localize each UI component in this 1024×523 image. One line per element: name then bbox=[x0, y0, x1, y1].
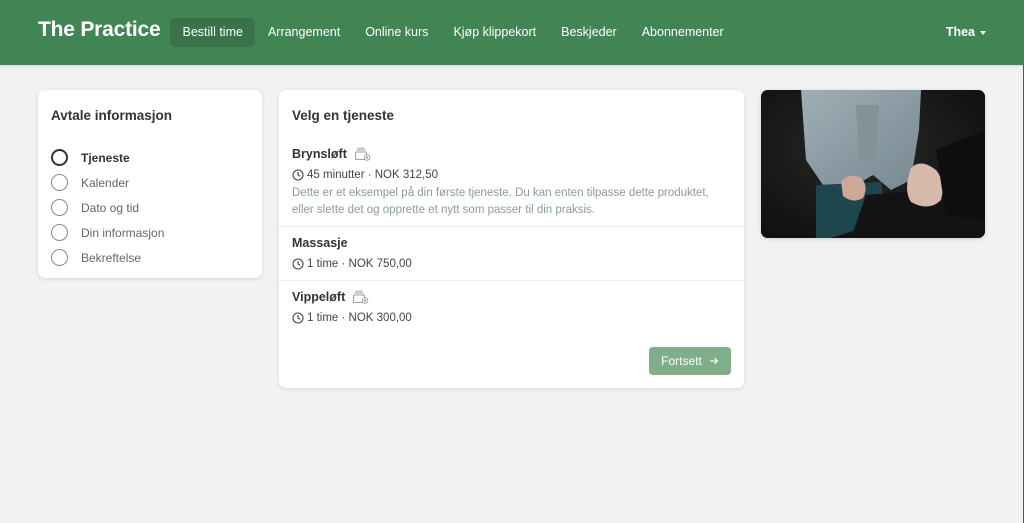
punch-card-icon bbox=[354, 147, 371, 161]
service-item-brynsloft[interactable]: Brynsløft 45 minutter · NOK 312,50 Dette… bbox=[279, 145, 744, 227]
nav-item-kjop-klippekort[interactable]: Kjøp klippekort bbox=[441, 18, 549, 47]
service-name: Massasje bbox=[292, 235, 348, 250]
nav-item-online-kurs[interactable]: Online kurs bbox=[353, 18, 441, 47]
step-circle-icon bbox=[51, 249, 68, 266]
service-meta: 1 time · NOK 300,00 bbox=[307, 311, 412, 324]
clock-icon bbox=[292, 311, 304, 324]
step-label: Din informasjon bbox=[81, 225, 165, 240]
brand-logo[interactable]: The Practice bbox=[38, 18, 161, 42]
service-selection-card: Velg en tjeneste Brynsløft 45 minutter ·… bbox=[279, 90, 744, 388]
step-label: Bekreftelse bbox=[81, 250, 142, 265]
nav-item-abonnementer[interactable]: Abonnementer bbox=[629, 18, 736, 47]
step-list: Tjeneste Kalender Dato og tid Din inform… bbox=[51, 145, 164, 270]
step-bekreftelse: Bekreftelse bbox=[51, 245, 164, 270]
step-label: Dato og tid bbox=[81, 200, 140, 215]
step-circle-icon bbox=[51, 224, 68, 241]
appointment-info-card: Avtale informasjon Tjeneste Kalender Dat… bbox=[38, 90, 262, 278]
nav-item-beskjeder[interactable]: Beskjeder bbox=[549, 18, 630, 47]
photo-illustration bbox=[761, 90, 985, 238]
service-selection-title: Velg en tjeneste bbox=[292, 108, 395, 123]
top-navbar: The Practice Bestill time Arrangement On… bbox=[0, 0, 1024, 65]
step-circle-icon bbox=[51, 149, 68, 166]
service-name: Vippeløft bbox=[292, 289, 346, 304]
clock-icon bbox=[292, 168, 304, 181]
arrow-right-icon bbox=[709, 357, 719, 365]
appointment-info-title: Avtale informasjon bbox=[51, 108, 173, 123]
step-label: Tjeneste bbox=[81, 150, 130, 165]
nav-menu: Bestill time Arrangement Online kurs Kjø… bbox=[170, 18, 736, 47]
clock-icon bbox=[292, 257, 304, 270]
caret-down-icon bbox=[980, 31, 986, 35]
nav-item-arrangement[interactable]: Arrangement bbox=[255, 18, 352, 47]
continue-button[interactable]: Fortsett bbox=[649, 347, 731, 375]
step-dato-og-tid: Dato og tid bbox=[51, 195, 164, 220]
step-din-informasjon: Din informasjon bbox=[51, 220, 164, 245]
service-meta: 1 time · NOK 750,00 bbox=[307, 257, 412, 270]
consultation-photo bbox=[761, 90, 985, 238]
service-item-massasje[interactable]: Massasje 1 time · NOK 750,00 bbox=[279, 227, 744, 281]
step-circle-icon bbox=[51, 174, 68, 191]
step-tjeneste: Tjeneste bbox=[51, 145, 164, 170]
user-menu[interactable]: Thea bbox=[946, 18, 986, 47]
continue-label: Fortsett bbox=[661, 354, 702, 368]
service-name: Brynsløft bbox=[292, 146, 347, 161]
service-meta: 45 minutter · NOK 312,50 bbox=[307, 168, 439, 181]
service-item-vippeloft[interactable]: Vippeløft 1 time · NOK 300,00 bbox=[279, 281, 744, 335]
user-name: Thea bbox=[945, 25, 975, 39]
punch-card-icon bbox=[353, 290, 369, 304]
step-circle-icon bbox=[51, 199, 68, 216]
nav-item-bestill-time[interactable]: Bestill time bbox=[170, 18, 256, 47]
step-label: Kalender bbox=[81, 175, 130, 190]
step-kalender: Kalender bbox=[51, 170, 164, 195]
service-description: Dette er et eksempel på din første tjene… bbox=[292, 187, 709, 216]
